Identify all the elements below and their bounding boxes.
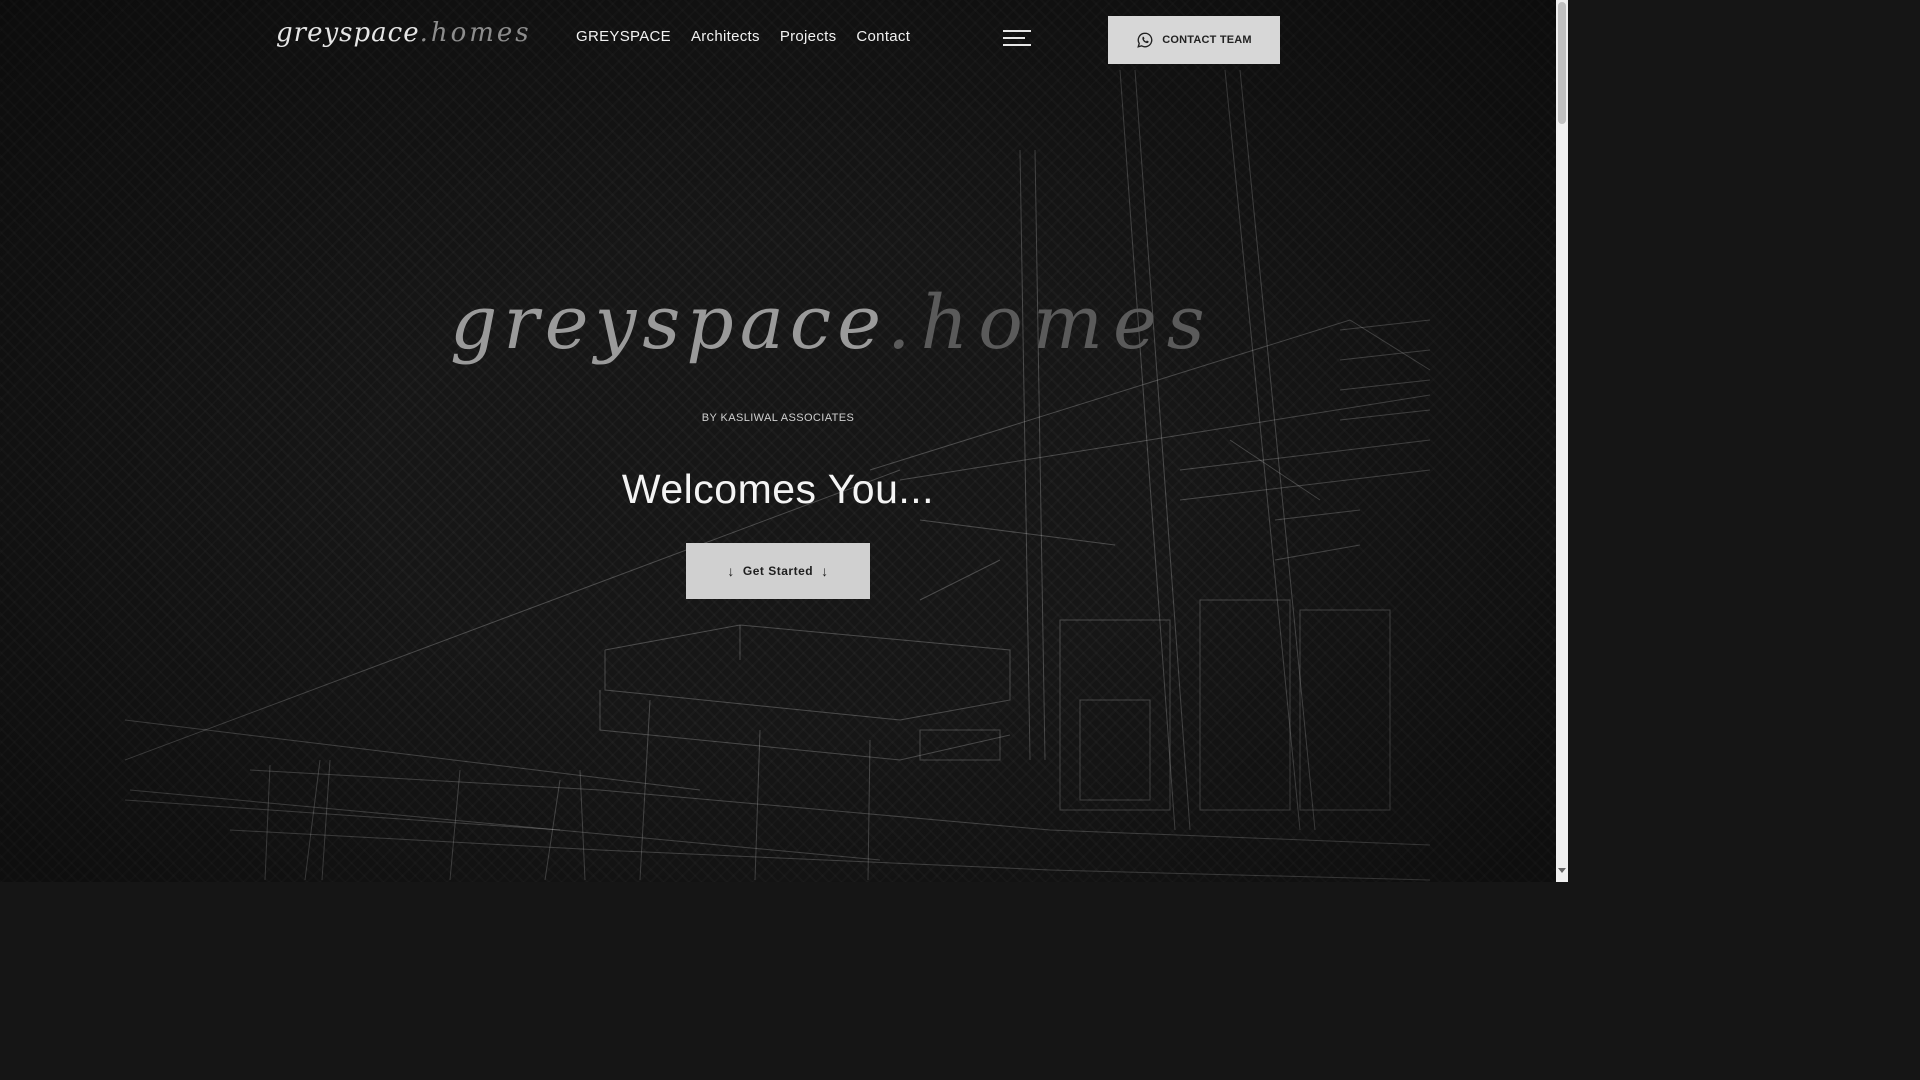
- whatsapp-icon: [1137, 32, 1153, 48]
- arrow-down-icon: ↓: [727, 563, 735, 579]
- contact-team-label: CONTACT TEAM: [1162, 34, 1252, 46]
- hero-byline: BY KASLIWAL ASSOCIATES: [701, 412, 855, 424]
- contact-team-button[interactable]: CONTACT TEAM: [1108, 16, 1280, 64]
- logo-text-secondary: .homes: [419, 18, 532, 48]
- hero-headline: Welcomes You...: [621, 466, 935, 512]
- scrollbar-thumb[interactable]: [1558, 2, 1566, 124]
- hero-logo-secondary: .homes: [887, 280, 1215, 366]
- logo-text-primary: greyspace: [276, 18, 420, 48]
- hamburger-bar: [1003, 44, 1031, 46]
- nav-link-projects[interactable]: Projects: [780, 28, 837, 45]
- arrow-down-icon: ↓: [821, 563, 829, 579]
- main-nav: GREYSPACE Architects Projects Contact: [576, 28, 910, 45]
- scroll-down-arrow-icon[interactable]: [1558, 868, 1566, 873]
- hero-logo-primary: greyspace: [450, 280, 888, 366]
- nav-link-contact[interactable]: Contact: [856, 28, 910, 45]
- hero-logo: greyspace.homes: [450, 280, 1205, 400]
- hamburger-menu-icon[interactable]: [1003, 30, 1031, 48]
- hamburger-bar: [1003, 37, 1025, 39]
- background-vignette: [0, 0, 1556, 882]
- get-started-button[interactable]: ↓ Get Started ↓: [686, 543, 870, 599]
- nav-link-greyspace[interactable]: GREYSPACE: [576, 28, 671, 45]
- page-scrollbar[interactable]: [1556, 0, 1568, 882]
- hamburger-bar: [1003, 30, 1031, 32]
- get-started-label: Get Started: [742, 564, 814, 578]
- site-logo[interactable]: greyspace.homes: [276, 18, 529, 62]
- nav-link-architects[interactable]: Architects: [691, 28, 760, 45]
